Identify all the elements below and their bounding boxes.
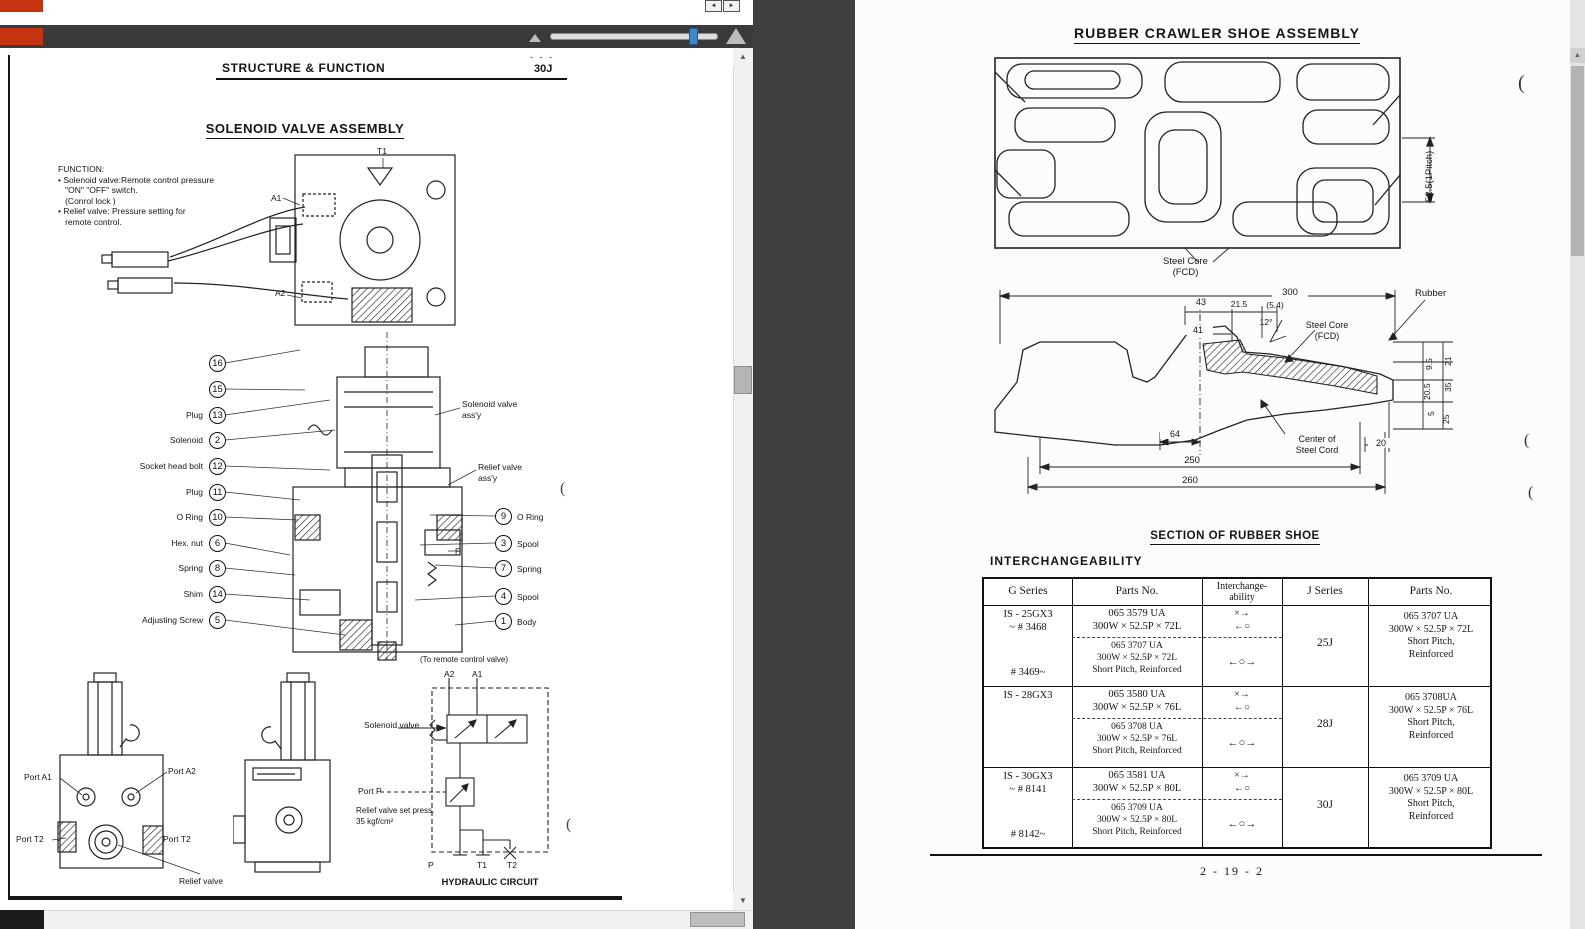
- table-header-g-series: G Series: [1008, 585, 1048, 597]
- horizontal-scrollbar-track[interactable]: [44, 910, 753, 929]
- pen-mark: (: [1528, 484, 1534, 501]
- g-series-top: IS - 30GX3 ~ # 8141: [1003, 771, 1053, 795]
- dim-21-5: 21.5: [1222, 299, 1256, 309]
- table-header-interchangeability: Interchange- ability: [1216, 581, 1268, 603]
- dim-250: 250: [1172, 455, 1212, 466]
- interchangeability-heading: INTERCHANGEABILITY: [990, 554, 1143, 568]
- table-dashed-divider: [1072, 718, 1282, 719]
- dim-12deg: 12°: [1259, 317, 1273, 327]
- scroll-down-button[interactable]: ▼: [733, 892, 753, 910]
- interchange-symbols-b: ←○→: [1227, 818, 1257, 830]
- table-vline: [1282, 579, 1283, 847]
- valve-side-view-diagram: [233, 672, 331, 873]
- horizontal-scrollbar-thumb[interactable]: [690, 912, 745, 927]
- app-badge-top: [0, 0, 43, 12]
- j-parts-no-cell: 065 3708UA 300W × 52.5P × 76L Short Pitc…: [1388, 692, 1474, 741]
- g-series-bottom: # 3469~: [1010, 667, 1046, 678]
- parts-no-sub-a: 065 3581 UA 300W × 52.5P × 80L: [1092, 770, 1182, 794]
- interchange-symbols-a: ×→ ←○: [1233, 608, 1251, 632]
- vertical-scrollbar-thumb[interactable]: [734, 366, 752, 394]
- rubber-shoe-section-diagram: [994, 290, 1453, 494]
- j-series-cell: 30J: [1317, 799, 1333, 811]
- section-caption: SECTION OF RUBBER SHOE: [1140, 508, 1330, 545]
- dim-25: 25: [1441, 414, 1451, 424]
- dim-20: 20: [1368, 438, 1394, 448]
- table-header-j-series: J Series: [1307, 585, 1343, 597]
- zoom-out-icon[interactable]: [528, 31, 542, 43]
- g-series-top: IS - 25GX3 ~ # 3468: [1003, 609, 1053, 633]
- parts-no-sub-a: 065 3579 UA 300W × 52.5P × 72L: [1092, 608, 1182, 632]
- vertical-scrollbar-track[interactable]: [733, 48, 753, 910]
- dim-41: 41: [1183, 325, 1213, 335]
- right-page-title: RUBBER CRAWLER SHOE ASSEMBLY: [917, 7, 1517, 44]
- scroll-down-icon: ▼: [739, 896, 747, 905]
- valve-cross-section-diagram: [292, 332, 463, 661]
- page-prev-button[interactable]: ◄: [705, 0, 722, 12]
- interchange-symbols-a: ×→ ←○: [1233, 689, 1251, 713]
- dim-21: 21: [1443, 356, 1453, 366]
- g-series-bottom: # 8142~: [1010, 829, 1046, 840]
- j-parts-no-cell: 065 3707 UA 300W × 52.5P × 72L Short Pit…: [1388, 611, 1474, 660]
- page-next-button[interactable]: ►: [723, 0, 740, 12]
- label-center-of-steel-cord: Center of Steel Cord: [1295, 434, 1339, 455]
- label-rubber: Rubber: [1415, 288, 1447, 299]
- table-hline: [984, 686, 1490, 687]
- pen-mark: (: [1524, 432, 1530, 449]
- dim-5-4: (5.4): [1266, 300, 1284, 310]
- page-number: 2 - 19 - 2: [1200, 864, 1264, 878]
- section-caption-text: SECTION OF RUBBER SHOE: [1150, 530, 1320, 545]
- dim-5: 5: [1426, 411, 1436, 416]
- dim-260: 260: [1170, 475, 1210, 486]
- interchange-symbols-a: ×→ ←○: [1233, 770, 1251, 794]
- dim-20-5: 20.5: [1422, 383, 1432, 400]
- table-vline: [1202, 579, 1203, 847]
- table-dashed-divider: [1072, 637, 1282, 638]
- zoom-in-icon[interactable]: [725, 26, 747, 45]
- table-vline: [1368, 579, 1369, 847]
- right-scroll-up-button[interactable]: ▲: [1570, 48, 1585, 63]
- app-badge-toolbar: [0, 28, 43, 45]
- dim-43: 43: [1186, 297, 1216, 307]
- table-vline: [1072, 579, 1073, 847]
- parts-no-sub-b: 065 3709 UA 300W × 52.5P × 80L Short Pit…: [1092, 803, 1182, 837]
- crawler-steel-core-label: Steel Core (FCD): [1163, 256, 1208, 278]
- j-series-cell: 25J: [1317, 637, 1333, 649]
- valve-port-view-diagram: [57, 672, 164, 869]
- statusbar-corner-block: [0, 910, 44, 929]
- table-header-parts-no-g: Parts No.: [1115, 585, 1159, 597]
- parts-no-sub-b: 065 3707 UA 300W × 52.5P × 72L Short Pit…: [1092, 641, 1182, 675]
- scroll-up-icon: ▲: [739, 52, 747, 61]
- parts-no-sub-b: 065 3708 UA 300W × 52.5P × 76L Short Pit…: [1092, 722, 1182, 756]
- page-prev-icon: ◄: [710, 2, 717, 9]
- scroll-up-button[interactable]: ▲: [733, 48, 753, 66]
- dim-300: 300: [1272, 287, 1308, 298]
- zoom-slider-thumb[interactable]: [689, 28, 698, 45]
- table-dashed-divider: [1072, 799, 1282, 800]
- parts-no-sub-a: 065 3580 UA 300W × 52.5P × 76L: [1092, 689, 1182, 713]
- j-parts-no-cell: 065 3709 UA 300W × 52.5P × 80L Short Pit…: [1388, 773, 1474, 822]
- table-header-parts-no-j: Parts No.: [1409, 585, 1453, 597]
- page-next-icon: ►: [728, 2, 735, 9]
- interchange-symbols-b: ←○→: [1227, 737, 1257, 749]
- label-steel-core-section: Steel Core (FCD): [1305, 320, 1349, 341]
- j-series-cell: 28J: [1317, 718, 1333, 730]
- hydraulic-circuit-diagram: [380, 678, 549, 860]
- crawler-pitch-dim: 52.5(1Pitch): [1424, 150, 1435, 202]
- right-page-title-text: RUBBER CRAWLER SHOE ASSEMBLY: [1074, 25, 1360, 44]
- table-hline: [984, 605, 1490, 606]
- dim-35: 35: [1443, 382, 1453, 392]
- footer-rule: [930, 854, 1542, 856]
- pen-mark: (: [1518, 72, 1525, 94]
- interchangeability-table: G Series Parts No. Interchange- ability …: [982, 577, 1492, 849]
- dim-9-5: 9.5: [1424, 358, 1434, 370]
- table-hline: [984, 767, 1490, 768]
- dim-64: 64: [1160, 429, 1190, 439]
- interchange-symbols-b: ←○→: [1227, 656, 1257, 668]
- right-scrollbar-thumb[interactable]: [1571, 66, 1584, 256]
- g-series-top: IS - 28GX3: [1003, 690, 1053, 701]
- crawler-tread-diagram: [994, 57, 1435, 263]
- viewer-topbar: [0, 0, 753, 25]
- scroll-up-icon: ▲: [1574, 52, 1581, 59]
